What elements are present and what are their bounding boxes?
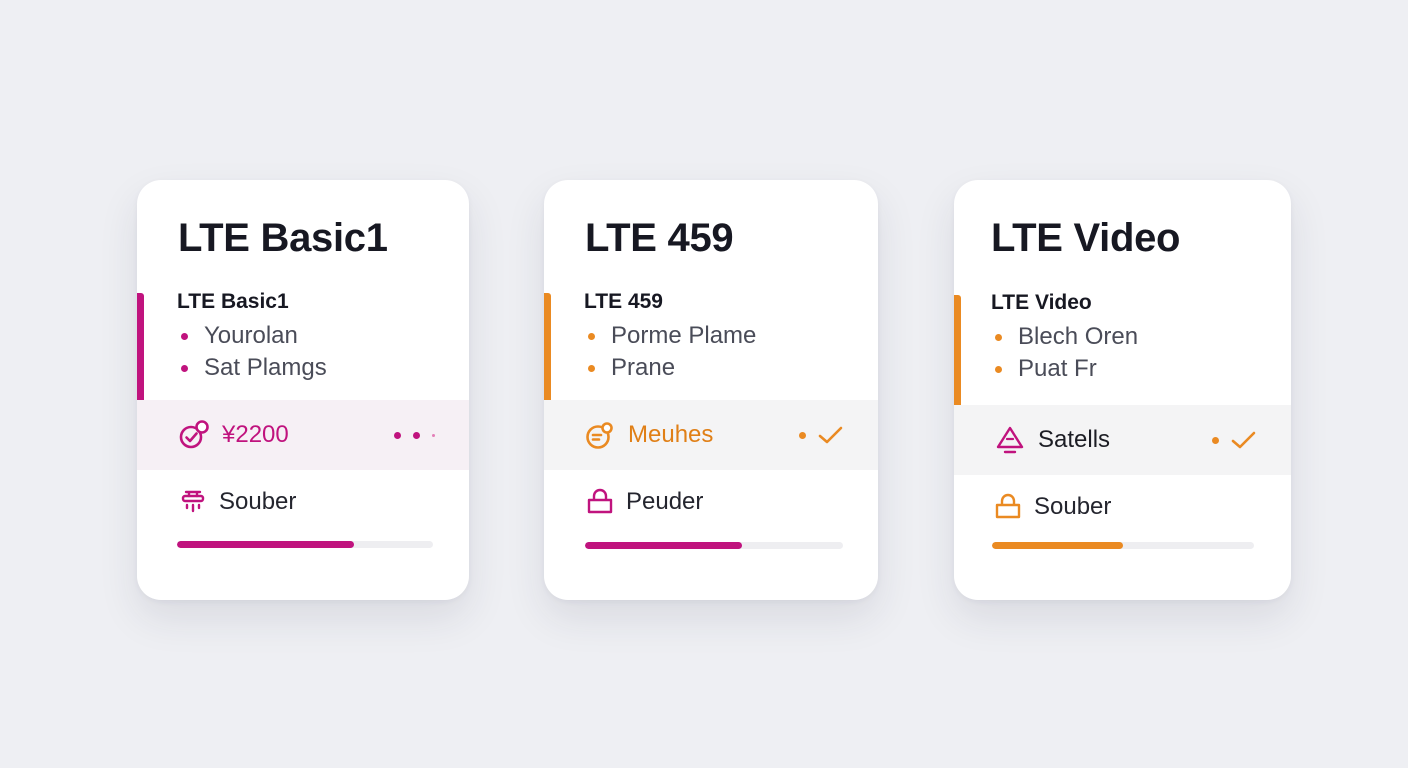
option-row[interactable]: Satells bbox=[954, 405, 1291, 475]
plan-name: LTE 459 bbox=[584, 290, 663, 313]
plan-details: LTE Video Blech Oren Puat Fr bbox=[991, 292, 1138, 385]
plan-card-lte-basic1[interactable]: LTE Basic1 LTE Basic1 Yourolan Sat Plamg… bbox=[137, 180, 469, 600]
feature-row: Peuder bbox=[584, 486, 703, 518]
price-row[interactable]: ¥2200 bbox=[137, 400, 469, 470]
feature-label: Souber bbox=[1034, 493, 1112, 520]
bullet-dot-icon bbox=[181, 364, 188, 372]
option-label: Meuhes bbox=[628, 421, 714, 448]
usage-progress-bar bbox=[177, 541, 433, 548]
card-title: LTE Basic1 bbox=[178, 216, 388, 260]
feature-row: Souber bbox=[177, 486, 296, 518]
option-row[interactable]: Meuhes bbox=[544, 400, 878, 470]
bullet-dot-icon bbox=[995, 365, 1002, 373]
feature-label: Peuder bbox=[626, 488, 704, 515]
selected-indicator bbox=[1212, 429, 1257, 451]
plan-bullet-text: Blech Oren bbox=[1018, 323, 1139, 350]
usage-progress-bar bbox=[585, 542, 843, 549]
bullet-dot-icon bbox=[588, 332, 595, 340]
plan-name: LTE Basic1 bbox=[177, 290, 289, 313]
plan-bullet: Sat Plamgs bbox=[177, 352, 327, 384]
plan-bullet-text: Sat Plamgs bbox=[204, 354, 327, 381]
price-label: ¥2200 bbox=[222, 421, 289, 448]
checkmark-icon bbox=[1231, 431, 1256, 449]
plan-bullet: Yourolan bbox=[177, 320, 327, 352]
usage-progress-fill bbox=[585, 542, 743, 549]
plan-bullet-text: Prane bbox=[611, 354, 676, 381]
feature-label: Souber bbox=[219, 488, 297, 515]
plan-bullet: Porme Plame bbox=[584, 320, 756, 352]
bullet-dot-icon bbox=[181, 332, 188, 340]
card-title: LTE 459 bbox=[585, 216, 734, 260]
plan-card-lte-video[interactable]: LTE Video LTE Video Blech Oren Puat Fr S… bbox=[954, 180, 1291, 600]
plan-bullet-text: Puat Fr bbox=[1018, 355, 1097, 382]
router-icon bbox=[181, 490, 205, 513]
plan-bullet: Puat Fr bbox=[991, 353, 1138, 385]
plan-details: LTE Basic1 Yourolan Sat Plamgs bbox=[177, 291, 327, 384]
satellite-triangle-icon bbox=[996, 426, 1024, 454]
card-accent-bar bbox=[544, 293, 551, 417]
bullet-dot-icon bbox=[995, 333, 1002, 341]
usage-progress-fill bbox=[177, 541, 354, 548]
selected-indicator bbox=[799, 424, 844, 446]
plan-comparison-screen: LTE Basic1 LTE Basic1 Yourolan Sat Plamg… bbox=[0, 0, 1408, 768]
option-label: Satells bbox=[1038, 426, 1111, 453]
plan-bullet-text: Porme Plame bbox=[611, 322, 757, 349]
card-title: LTE Video bbox=[991, 216, 1181, 260]
feature-row: Souber bbox=[992, 491, 1111, 523]
badge-check-icon bbox=[179, 420, 209, 449]
more-options-icon[interactable] bbox=[394, 431, 435, 439]
plan-name: LTE Video bbox=[991, 291, 1092, 314]
card-accent-bar bbox=[954, 295, 961, 419]
plan-bullet: Blech Oren bbox=[991, 321, 1138, 353]
checkmark-icon bbox=[818, 426, 843, 444]
plan-details: LTE 459 Porme Plame Prane bbox=[584, 291, 756, 384]
bag-icon bbox=[587, 488, 613, 514]
bullet-dot-icon bbox=[588, 364, 595, 372]
card-accent-bar bbox=[137, 293, 144, 417]
plan-bullet: Prane bbox=[584, 352, 756, 384]
plan-card-lte-459[interactable]: LTE 459 LTE 459 Porme Plame Prane Meuhes bbox=[544, 180, 878, 600]
bag-icon bbox=[995, 493, 1021, 519]
usage-progress-fill bbox=[992, 542, 1123, 549]
chat-bubble-icon bbox=[586, 422, 613, 449]
plan-bullet-text: Yourolan bbox=[204, 322, 298, 349]
usage-progress-bar bbox=[992, 542, 1254, 549]
